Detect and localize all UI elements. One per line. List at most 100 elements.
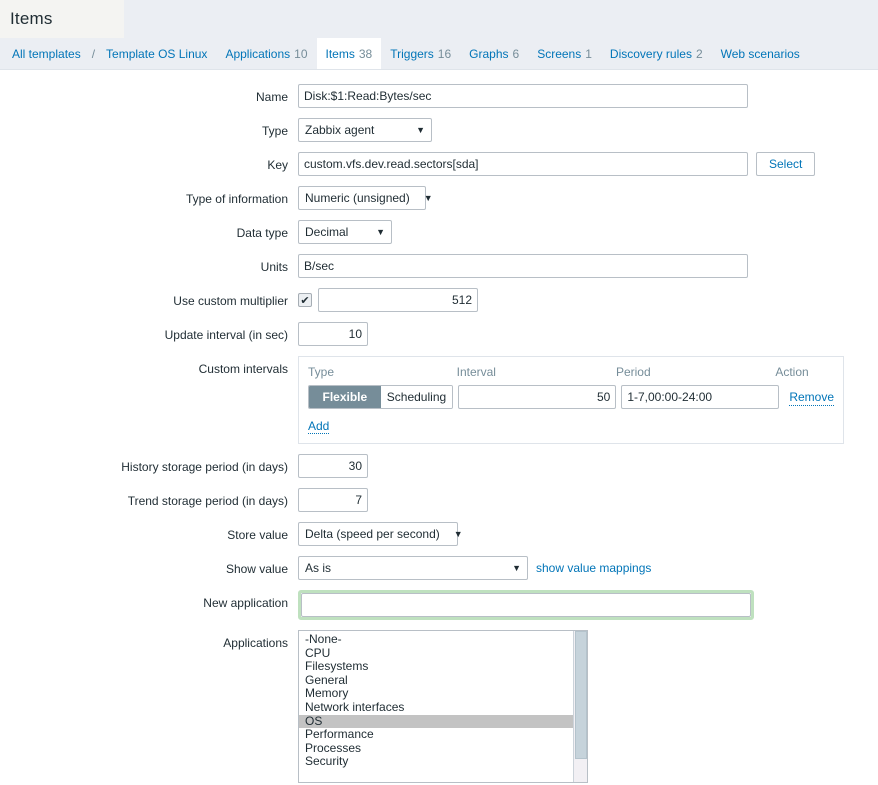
interval-input[interactable]	[458, 385, 617, 409]
row-data-type: Data type Decimal ▼	[0, 220, 878, 244]
type-of-information-label: Type of information	[185, 192, 288, 206]
header-interval: Interval	[456, 365, 496, 379]
remove-interval-link[interactable]: Remove	[789, 389, 834, 406]
row-custom-intervals: Custom intervals Type Interval Period Ac…	[0, 356, 878, 444]
list-item[interactable]: Filesystems	[299, 660, 573, 674]
breadcrumb-label: All templates	[12, 46, 81, 61]
data-type-select[interactable]: Decimal ▼	[298, 220, 392, 244]
row-history-storage: History storage period (in days)	[0, 454, 878, 478]
trend-storage-label: Trend storage period (in days)	[127, 494, 288, 508]
tab-web-scenarios[interactable]: Web scenarios	[712, 38, 809, 69]
store-value-value: Delta (speed per second)	[305, 527, 440, 541]
new-application-highlight	[298, 590, 754, 620]
show-value-mappings-link[interactable]: show value mappings	[536, 556, 651, 576]
toggle-option-scheduling[interactable]: Scheduling	[380, 386, 453, 408]
update-interval-input[interactable]	[298, 322, 368, 346]
scrollbar-thumb[interactable]	[575, 631, 587, 759]
tab-screens[interactable]: Screens 1	[528, 38, 601, 69]
list-item[interactable]: Performance	[299, 728, 573, 742]
custom-interval-row: Flexible Scheduling Remove	[308, 385, 834, 409]
tab-graphs[interactable]: Graphs 6	[460, 38, 528, 69]
tab-label: Discovery rules	[609, 46, 692, 61]
tab-label: Graphs	[469, 46, 509, 61]
chevron-down-icon: ▼	[453, 528, 463, 539]
custom-intervals-header-row: Type Interval Period Action	[308, 365, 834, 379]
row-show-value: Show value As is ▼ show value mappings	[0, 556, 878, 580]
breadcrumb-label: Template OS Linux	[106, 46, 208, 61]
data-type-value: Decimal	[305, 225, 349, 239]
tab-applications[interactable]: Applications 10	[216, 38, 316, 69]
row-key: Key Select	[0, 152, 878, 176]
applications-listbox[interactable]: -None- CPU Filesystems General Memory Ne…	[298, 630, 588, 783]
header-period: Period	[615, 365, 651, 379]
list-item[interactable]: CPU	[299, 646, 573, 661]
list-item[interactable]: General	[299, 673, 573, 688]
check-icon: ✔	[300, 294, 310, 307]
breadcrumb-item-all-templates[interactable]: All templates	[12, 38, 90, 69]
interval-type-toggle[interactable]: Flexible Scheduling	[308, 385, 454, 409]
header-action: Action	[775, 365, 809, 379]
units-input[interactable]	[298, 254, 748, 278]
breadcrumb: All templates / Template OS Linux Applic…	[0, 38, 878, 70]
tab-items[interactable]: Items 38	[316, 38, 382, 69]
breadcrumb-item-template-os-linux[interactable]: Template OS Linux	[97, 38, 216, 69]
list-item[interactable]: -None-	[299, 632, 573, 647]
period-input[interactable]	[621, 385, 780, 409]
type-of-information-value: Numeric (unsigned)	[305, 191, 410, 205]
page-header: Items	[0, 0, 878, 38]
history-storage-input[interactable]	[298, 454, 368, 478]
chevron-down-icon: ▼	[512, 562, 521, 573]
tab-discovery-rules[interactable]: Discovery rules 2	[601, 38, 712, 69]
list-item[interactable]: Network interfaces	[299, 700, 573, 715]
applications-option-list: -None- CPU Filesystems General Memory Ne…	[299, 631, 573, 782]
add-interval-link[interactable]: Add	[308, 419, 330, 434]
type-of-information-select[interactable]: Numeric (unsigned) ▼	[298, 186, 433, 210]
row-applications: Applications -None- CPU Filesystems Gene…	[0, 630, 878, 783]
type-select[interactable]: Zabbix agent ▼	[298, 118, 432, 142]
custom-multiplier-input[interactable]	[318, 288, 478, 312]
item-config-form: Name Type Zabbix agent ▼ Key Select Type…	[0, 70, 878, 784]
applications-scrollbar[interactable]	[573, 631, 587, 782]
key-input[interactable]	[298, 152, 748, 176]
trend-storage-input[interactable]	[298, 488, 368, 512]
key-label: Key	[267, 158, 288, 172]
tab-triggers[interactable]: Triggers 16	[381, 38, 460, 69]
type-label: Type	[261, 124, 288, 138]
new-application-input[interactable]	[301, 593, 751, 617]
show-value-value: As is	[305, 561, 332, 575]
tab-label: Web scenarios	[720, 46, 800, 61]
row-new-application: New application	[0, 590, 878, 620]
tab-count: 1	[585, 46, 592, 61]
row-update-interval: Update interval (in sec)	[0, 322, 878, 346]
store-value-select[interactable]: Delta (speed per second) ▼	[298, 522, 463, 546]
name-input[interactable]	[298, 84, 748, 108]
tab-count: 16	[437, 46, 452, 61]
chevron-down-icon: ▼	[416, 124, 425, 135]
history-storage-label: History storage period (in days)	[121, 460, 288, 474]
row-store-value: Store value Delta (speed per second) ▼	[0, 522, 878, 546]
tab-label: Screens	[537, 46, 582, 61]
update-interval-label: Update interval (in sec)	[164, 328, 288, 342]
list-item[interactable]: Memory	[299, 687, 573, 701]
list-item-selected[interactable]: OS	[299, 714, 573, 729]
custom-multiplier-label: Use custom multiplier	[173, 294, 288, 308]
data-type-label: Data type	[236, 226, 288, 240]
applications-label: Applications	[223, 636, 288, 650]
add-interval-row: Add	[308, 418, 834, 434]
row-custom-multiplier: Use custom multiplier ✔	[0, 288, 878, 312]
list-item[interactable]: Security	[299, 755, 573, 769]
breadcrumb-separator: /	[91, 46, 96, 61]
key-select-button[interactable]: Select	[756, 152, 816, 176]
tab-label: Applications	[225, 46, 291, 61]
units-label: Units	[260, 260, 288, 274]
custom-multiplier-checkbox[interactable]: ✔	[298, 293, 312, 307]
list-item[interactable]: Processes	[299, 741, 573, 756]
show-value-select[interactable]: As is ▼	[298, 556, 528, 580]
type-select-value: Zabbix agent	[305, 123, 375, 137]
row-trend-storage: Trend storage period (in days)	[0, 488, 878, 512]
store-value-label: Store value	[227, 528, 288, 542]
toggle-option-flexible[interactable]: Flexible	[309, 386, 381, 408]
row-type: Type Zabbix agent ▼	[0, 118, 878, 142]
chevron-down-icon: ▼	[376, 226, 385, 237]
row-name: Name	[0, 84, 878, 108]
